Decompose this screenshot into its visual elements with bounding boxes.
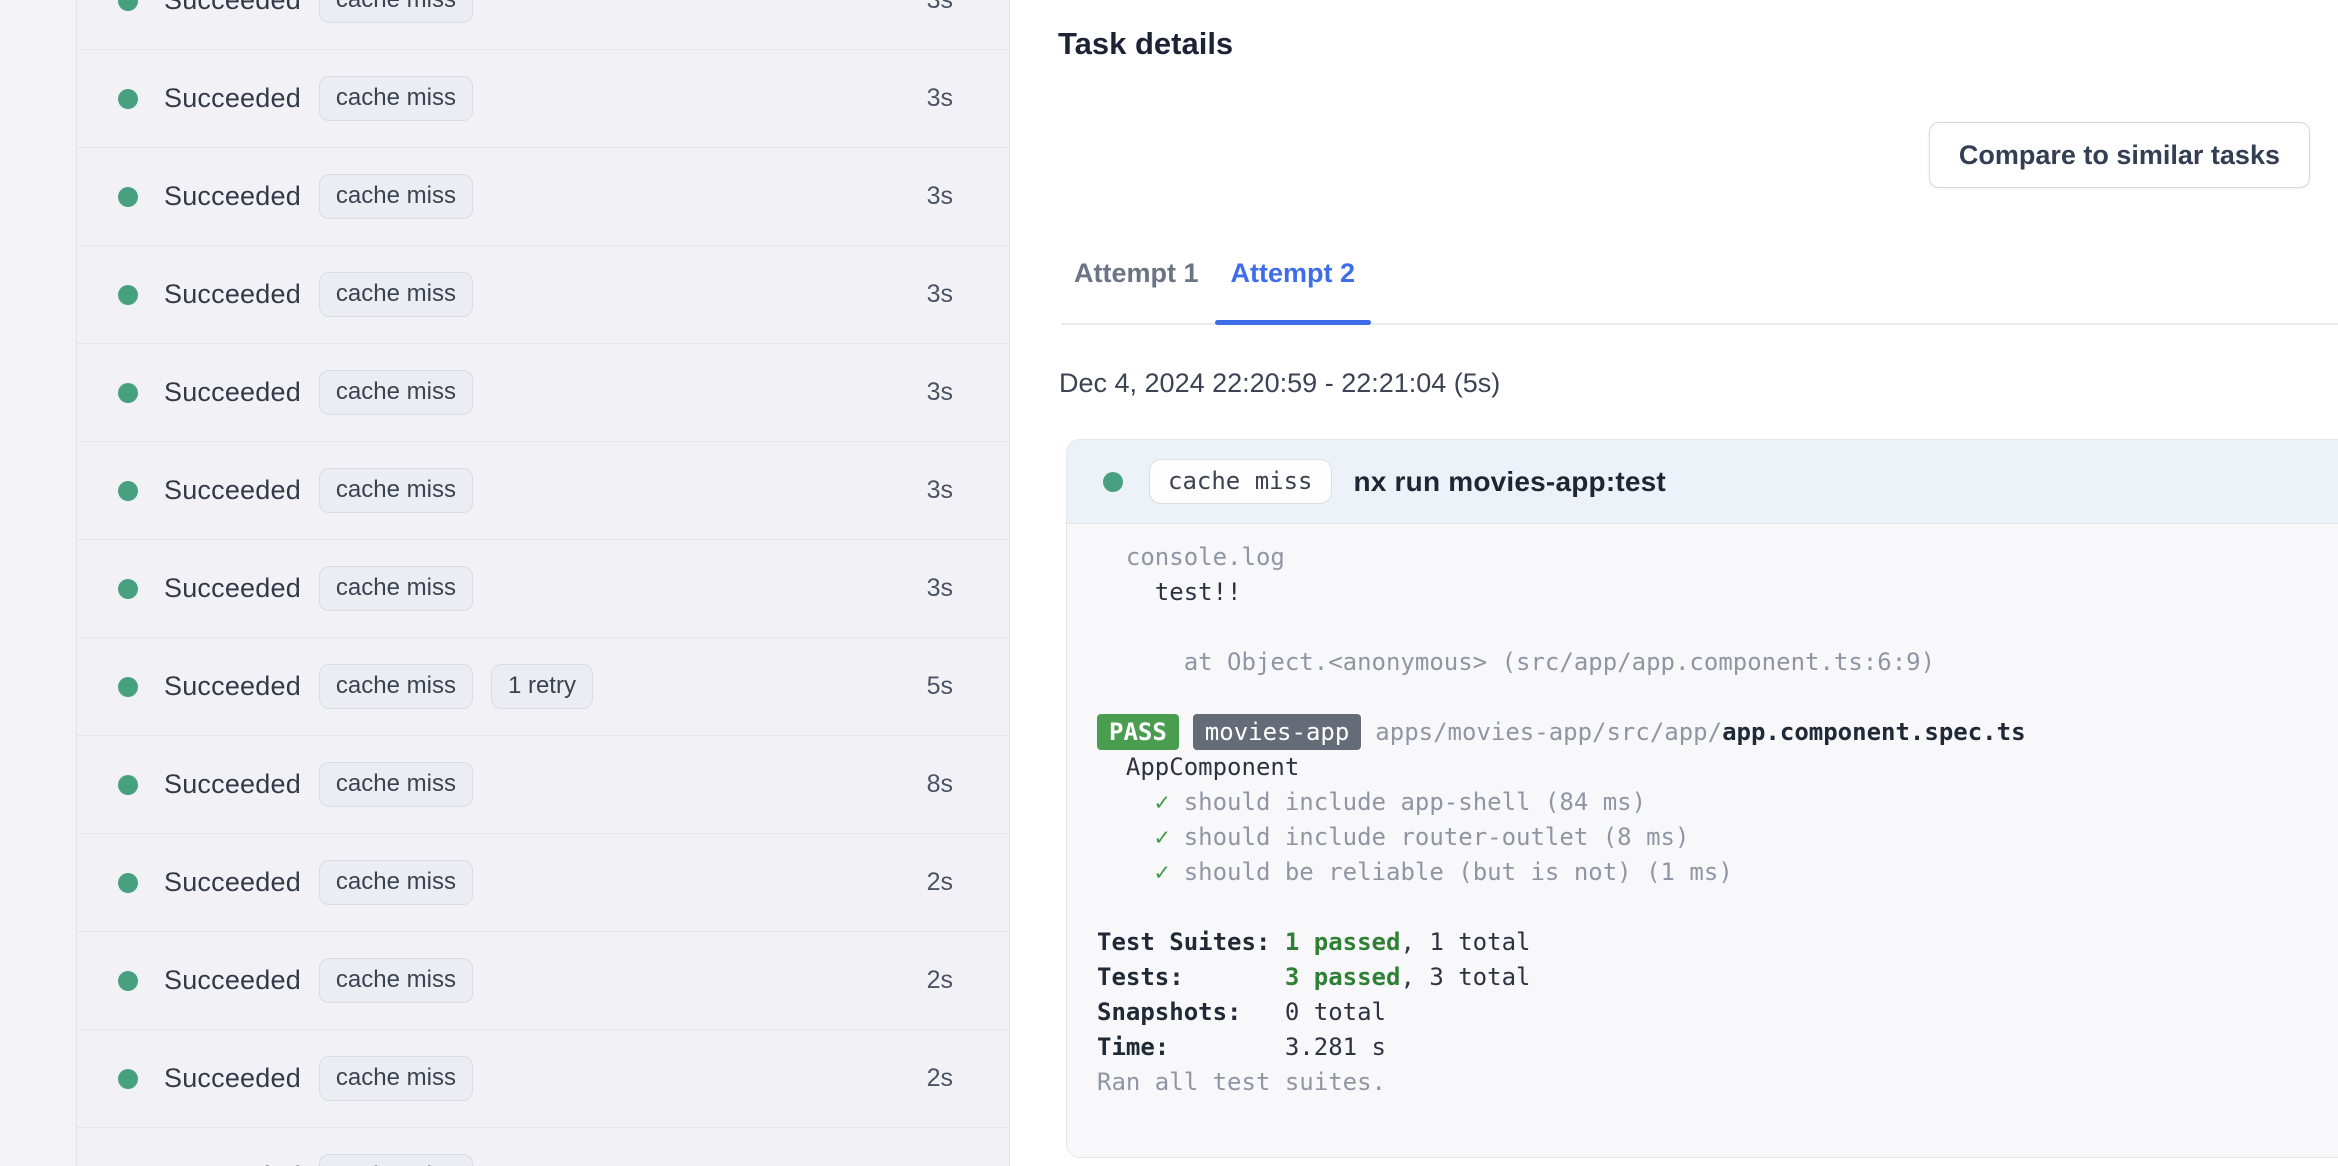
terminal-line: ✓ should include app-shell (84 ms)	[1154, 788, 1647, 816]
task-status-label: Succeeded	[164, 181, 301, 211]
task-row[interactable]: Succeeded cache miss 1 retry 5s	[77, 638, 1009, 736]
task-duration: 3s	[926, 476, 953, 504]
task-row[interactable]: Succeeded cache miss 3s	[77, 246, 1009, 344]
retry-badge: 1 retry	[490, 664, 593, 709]
status-dot-icon	[118, 186, 138, 207]
terminal-line: ✓ should include router-outlet (8 ms)	[1154, 823, 1690, 851]
attempt-date-range: Dec 4, 2024 22:20:59 - 22:21:04 (5s)	[1059, 368, 1501, 398]
task-row[interactable]: Succeeded cache miss 2s	[77, 1030, 1009, 1128]
task-row[interactable]: Succeeded cache miss 3s	[77, 0, 1009, 50]
status-dot-icon	[118, 970, 138, 991]
task-duration: 3s	[926, 182, 953, 210]
task-row[interactable]: Succeeded cache miss 3s	[77, 540, 1009, 638]
task-card-header[interactable]: cache miss nx run movies-app:test	[1067, 440, 2338, 524]
cache-status-badge: cache miss	[318, 370, 473, 415]
task-row[interactable]: Succeeded cache miss 2s	[77, 834, 1009, 932]
terminal-line: console.log	[1097, 543, 1285, 571]
task-row[interactable]: Succeeded cache miss	[77, 1128, 1009, 1166]
cache-status-badge: cache miss	[318, 566, 473, 611]
terminal-line: ✓ should be reliable (but is not) (1 ms)	[1154, 858, 1733, 886]
status-dot-icon	[118, 774, 138, 795]
terminal-line: Snapshots: 0 total	[1097, 998, 1386, 1026]
tab-attempt-1[interactable]: Attempt 1	[1058, 258, 1215, 325]
task-status-label: Succeeded	[164, 1063, 301, 1093]
task-output-card: cache miss nx run movies-app:test consol…	[1066, 439, 2338, 1158]
task-row[interactable]: Succeeded cache miss 2s	[77, 932, 1009, 1030]
task-status-label: Succeeded	[164, 671, 301, 701]
cache-status-badge: cache miss	[318, 468, 473, 513]
task-list: Succeeded cache miss 3s Succeeded cache m…	[77, 0, 1009, 1166]
cache-status-badge: cache miss	[318, 1154, 473, 1166]
task-duration: 5s	[926, 672, 953, 700]
task-duration: 3s	[926, 280, 953, 308]
task-status-label: Succeeded	[164, 0, 301, 15]
compare-to-similar-tasks-button[interactable]: Compare to similar tasks	[1928, 122, 2310, 188]
cache-status-badge: cache miss	[318, 0, 473, 23]
task-status-label: Succeeded	[164, 83, 301, 113]
task-command: nx run movies-app:test	[1353, 465, 1666, 497]
attempt-tabs: Attempt 1 Attempt 2	[1058, 258, 1371, 325]
cache-status-badge: cache miss	[318, 272, 473, 317]
app-window: Succeeded cache miss 3s Succeeded cache m…	[0, 0, 2338, 1166]
terminal-output: console.log test!! at Object.<anonymous>…	[1067, 524, 2338, 1157]
task-duration: 2s	[926, 868, 953, 896]
cache-status-badge: cache miss	[1149, 459, 1332, 504]
status-dot-icon	[118, 88, 138, 109]
task-status-label: Succeeded	[164, 965, 301, 995]
task-status-label: Succeeded	[164, 573, 301, 603]
task-duration: 2s	[926, 966, 953, 994]
task-duration: 8s	[926, 770, 953, 798]
task-duration: 3s	[926, 574, 953, 602]
status-dot-icon	[118, 1068, 138, 1089]
cache-status-badge: cache miss	[318, 664, 473, 709]
task-duration: 3s	[926, 0, 953, 14]
task-list-panel: Succeeded cache miss 3s Succeeded cache m…	[0, 0, 1010, 1166]
status-dot-icon	[118, 872, 138, 893]
task-row[interactable]: Succeeded cache miss 3s	[77, 344, 1009, 442]
task-details-panel: Task details Compare to similar tasks At…	[1010, 0, 2338, 1166]
task-row[interactable]: Succeeded cache miss 8s	[77, 736, 1009, 834]
tab-attempt-2[interactable]: Attempt 2	[1214, 258, 1372, 325]
cache-status-badge: cache miss	[318, 860, 473, 905]
left-gutter	[0, 0, 77, 1166]
status-dot-icon	[118, 480, 138, 501]
task-duration: 3s	[926, 378, 953, 406]
task-duration: 3s	[926, 84, 953, 112]
status-dot-icon	[118, 578, 138, 599]
cache-status-badge: cache miss	[318, 76, 473, 121]
task-row[interactable]: Succeeded cache miss 3s	[77, 50, 1009, 148]
task-status-label: Succeeded	[164, 377, 301, 407]
task-status-label: Succeeded	[164, 769, 301, 799]
task-status-label: Succeeded	[164, 1161, 301, 1166]
status-dot-icon	[118, 0, 138, 11]
task-duration: 2s	[926, 1064, 953, 1092]
terminal-line: Ran all test suites.	[1097, 1068, 1386, 1096]
terminal-line: test!!	[1097, 578, 1242, 606]
terminal-line: at Object.<anonymous> (src/app/app.compo…	[1097, 648, 1936, 676]
terminal-line: Time: 3.281 s	[1097, 1033, 1386, 1061]
terminal-line: Test Suites: 1 passed, 1 total	[1097, 928, 1531, 956]
cache-status-badge: cache miss	[318, 762, 473, 807]
task-status-label: Succeeded	[164, 867, 301, 897]
status-dot-icon	[118, 676, 138, 697]
page-title: Task details	[1058, 26, 1234, 61]
task-status-label: Succeeded	[164, 279, 301, 309]
cache-status-badge: cache miss	[318, 174, 473, 219]
status-dot-icon	[118, 284, 138, 305]
terminal-line: PASS movies-app apps/movies-app/src/app/ap…	[1097, 714, 2338, 750]
cache-status-badge: cache miss	[318, 958, 473, 1003]
terminal-line: Tests: 3 passed, 3 total	[1097, 963, 1531, 991]
terminal-line: AppComponent	[1097, 753, 1300, 781]
cache-status-badge: cache miss	[318, 1056, 473, 1101]
task-status-label: Succeeded	[164, 475, 301, 505]
task-row[interactable]: Succeeded cache miss 3s	[77, 442, 1009, 540]
status-dot-icon	[1103, 471, 1123, 492]
status-dot-icon	[118, 382, 138, 403]
task-row[interactable]: Succeeded cache miss 3s	[77, 148, 1009, 246]
